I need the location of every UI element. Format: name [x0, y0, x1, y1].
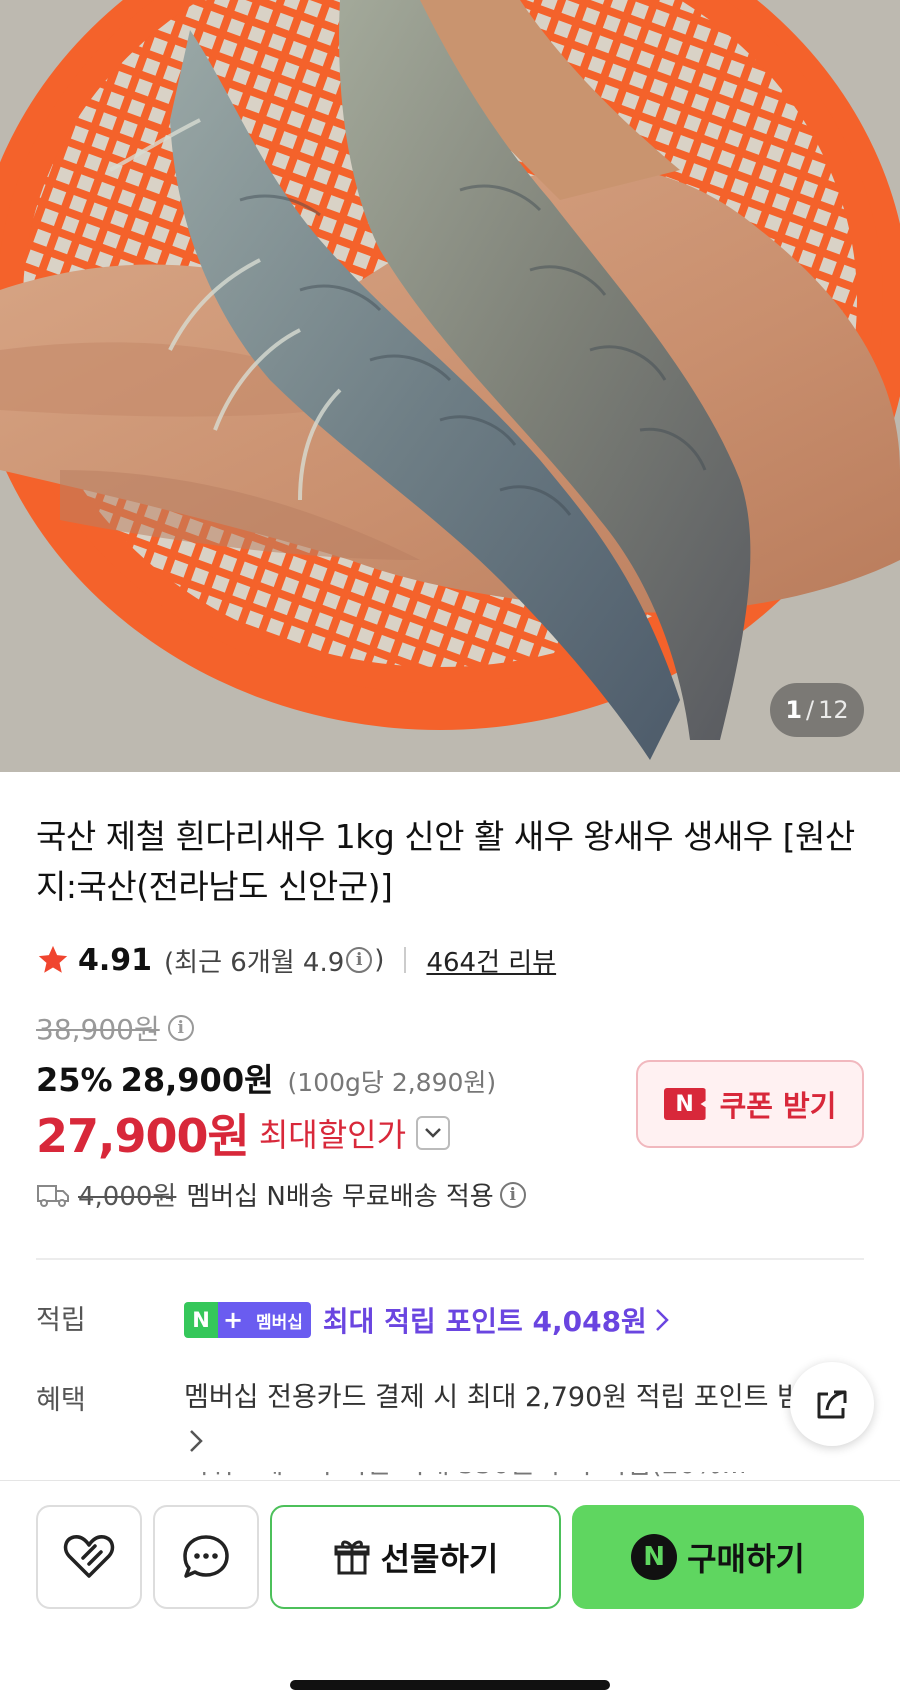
bottom-action-bar: 선물하기 N 구매하기: [0, 1480, 900, 1708]
max-discount-price: 27,900원: [36, 1109, 250, 1163]
share-icon: [817, 1390, 847, 1419]
membership-badge: N + 멤버십: [184, 1302, 311, 1338]
talk-button[interactable]: [153, 1505, 259, 1609]
benefit-label: 혜택: [36, 1385, 86, 1416]
heart-icon: [63, 1535, 115, 1578]
naver-pay-n-icon: N: [631, 1534, 678, 1580]
recent-rating-close: ): [374, 945, 385, 975]
section-divider: [36, 1258, 864, 1260]
points-row[interactable]: N + 멤버십 최대 적립 포인트 4,048원: [184, 1300, 669, 1340]
coupon-n-icon: N: [663, 1088, 706, 1120]
wishlist-button[interactable]: [36, 1505, 142, 1609]
share-button[interactable]: [790, 1362, 874, 1446]
chevron-right-icon: [655, 1309, 669, 1331]
review-count-link[interactable]: 464건 리뷰: [426, 942, 556, 979]
badge-n: N: [184, 1302, 218, 1338]
benefit-text[interactable]: 멤버십 전용카드 결제 시 최대 2,790원 적립 포인트 받: [184, 1376, 794, 1420]
shipping-row: 4,000원 멤버십 N배송 무료배송 적용 i: [36, 1176, 528, 1213]
gift-icon: [334, 1540, 370, 1575]
gift-button-label: 선물하기: [380, 1540, 499, 1578]
max-discount-row: 27,900원 최대할인가: [36, 1100, 451, 1166]
coupon-button[interactable]: N 쿠폰 받기: [636, 1060, 864, 1148]
max-points-text: 최대 적립 포인트 4,048원: [322, 1305, 647, 1338]
star-icon: [38, 945, 68, 973]
image-counter-separator: /: [806, 696, 815, 724]
discount-rate: 25%: [36, 1061, 113, 1099]
gift-button[interactable]: 선물하기: [270, 1505, 561, 1609]
sale-price-row: 25% 28,900원 (100g당 2,890원): [36, 1055, 496, 1101]
truck-icon: [37, 1184, 69, 1207]
recent-rating: (최근 6개월 4.9: [164, 947, 345, 978]
rating-row: 4.91 (최근 6개월 4.9 i ) 464건 리뷰: [36, 937, 556, 983]
image-counter-current: 1: [785, 696, 803, 724]
sale-price: 28,900원: [120, 1061, 274, 1099]
info-icon[interactable]: i: [167, 1015, 194, 1041]
buy-button[interactable]: N 구매하기: [572, 1505, 864, 1609]
product-photo: [0, 0, 900, 772]
unit-price: (100g당 2,890원): [287, 1068, 497, 1097]
buy-button-label: 구매하기: [687, 1540, 805, 1578]
chevron-down-icon[interactable]: [416, 1116, 451, 1150]
info-icon[interactable]: i: [346, 947, 373, 973]
info-icon[interactable]: i: [499, 1181, 526, 1208]
chat-icon: [183, 1535, 229, 1578]
product-image-gallery[interactable]: 1 / 12: [0, 0, 900, 772]
original-price-row: 38,900원 i: [36, 1008, 196, 1048]
badge-plus: +: [218, 1302, 248, 1338]
coupon-label: 쿠폰 받기: [719, 1089, 837, 1123]
home-indicator[interactable]: [290, 1680, 610, 1690]
benefit-clipped-text: 리워드페스타 기간 최대 550원 추가 적립(20%...: [184, 1472, 744, 1480]
badge-member: 멤버십: [248, 1302, 311, 1338]
shipping-old-fee: 4,000원: [78, 1182, 177, 1212]
max-discount-label: 최대할인가: [258, 1116, 407, 1154]
original-price: 38,900원: [36, 1013, 160, 1046]
product-title: 국산 제철 흰다리새우 1kg 신안 활 새우 왕새우 생새우 [원산지:국산(…: [36, 817, 855, 906]
chevron-right-icon[interactable]: [188, 1428, 204, 1454]
rating-score: 4.91: [78, 942, 153, 978]
image-counter-total: 12: [818, 696, 849, 724]
image-counter: 1 / 12: [770, 683, 864, 737]
points-label: 적립: [36, 1305, 86, 1336]
divider: [404, 947, 407, 973]
shipping-text: 멤버십 N배송 무료배송 적용: [186, 1182, 494, 1212]
